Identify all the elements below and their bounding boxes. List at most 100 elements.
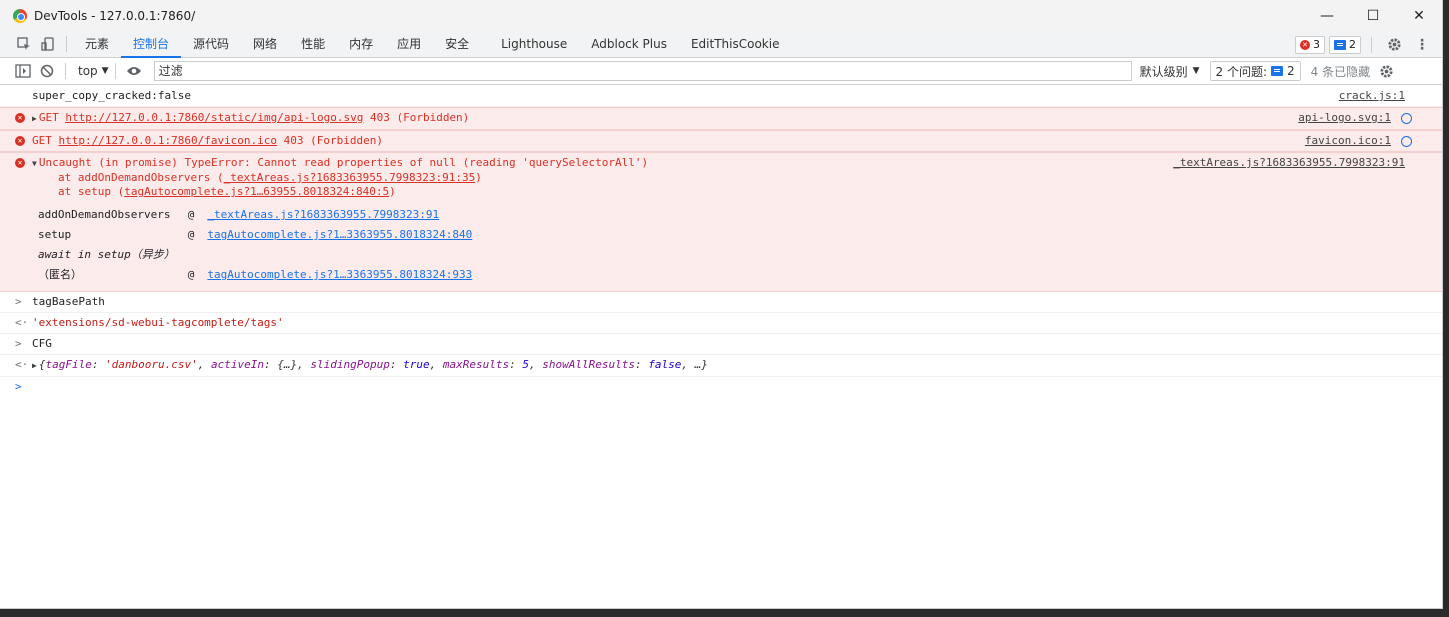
sidebar-toggle-icon[interactable] xyxy=(11,59,35,83)
expand-triangle-icon[interactable]: ▶ xyxy=(32,112,37,126)
live-expression-eye-icon[interactable] xyxy=(122,59,146,83)
stack-table-row: await in setup（异步） xyxy=(38,248,175,261)
input-chevron-icon: > xyxy=(15,295,22,308)
stack-table-row: setup @ tagAutocomplete.js?1…3363955.801… xyxy=(32,225,479,245)
result-arrow-icon: <· xyxy=(15,358,29,371)
prompt-chevron-icon: > xyxy=(15,380,22,393)
context-selector[interactable]: top ▼ xyxy=(78,64,109,78)
stack-table-link[interactable]: _textAreas.js?1683363955.7998323:91 xyxy=(201,205,479,225)
console-toolbar: top ▼ 默认级别 ▼ 2 个问题: 2 4 条已隐藏 xyxy=(0,58,1442,85)
console-input-text: tagBasePath xyxy=(32,295,105,308)
error-icon: ✕ xyxy=(15,113,25,123)
stack-trace-table: addOnDemandObservers @ _textAreas.js?168… xyxy=(32,205,479,285)
window-title: DevTools - 127.0.0.1:7860/ xyxy=(34,8,196,23)
log-level-label: 默认级别 xyxy=(1139,64,1188,79)
network-panel-icon[interactable] xyxy=(1401,113,1412,124)
log-text: super_copy_cracked:false xyxy=(32,89,191,102)
console-input-row: > CFG xyxy=(0,334,1442,355)
settings-gear-icon[interactable] xyxy=(1382,33,1406,57)
close-button[interactable]: ✕ xyxy=(1396,0,1442,31)
error-icon: ✕ xyxy=(1300,39,1310,50)
stack-frame-link[interactable]: tagAutocomplete.js?1…63955.8018324:840:5 xyxy=(124,185,389,198)
result-arrow-icon: <· xyxy=(15,316,29,329)
tab-lighthouse[interactable]: Lighthouse xyxy=(489,31,579,58)
console-result-row: <· 'extensions/sd-webui-tagcomplete/tags… xyxy=(0,313,1442,334)
stack-frame-link[interactable]: _textAreas.js?1683363955.7998323:91:35 xyxy=(224,171,476,184)
stack-table-row: addOnDemandObservers @ _textAreas.js?168… xyxy=(32,205,479,225)
log-source-link[interactable]: favicon.ico:1 xyxy=(1305,134,1391,148)
minimize-button[interactable]: — xyxy=(1304,0,1350,31)
stack-frame: at addOnDemandObservers (_textAreas.js?1… xyxy=(58,171,482,184)
console-result-text: 'extensions/sd-webui-tagcomplete/tags' xyxy=(32,316,284,329)
error-count: 3 xyxy=(1313,38,1320,51)
chevron-down-icon: ▼ xyxy=(1192,66,1200,76)
stack-table-link[interactable]: tagAutocomplete.js?1…3363955.8018324:840 xyxy=(201,225,479,245)
error-icon: ✕ xyxy=(15,136,25,146)
input-chevron-icon: > xyxy=(15,337,22,350)
collapse-triangle-icon[interactable]: ▼ xyxy=(32,157,37,171)
tab-editthiscookie[interactable]: EditThisCookie xyxy=(679,31,792,58)
devtools-window: DevTools - 127.0.0.1:7860/ — ☐ ✕ 元素 控制台 … xyxy=(0,0,1443,609)
message-icon xyxy=(1271,66,1284,76)
device-toolbar-icon[interactable] xyxy=(36,32,60,56)
message-count-badge[interactable]: 2 xyxy=(1329,35,1361,54)
request-method: GET xyxy=(38,111,59,124)
tab-sources[interactable]: 源代码 xyxy=(181,31,241,58)
request-method: GET xyxy=(32,134,52,147)
object-preview[interactable]: ▶ {tagFile: 'danbooru.csv', activeIn: {…}… xyxy=(32,358,708,371)
message-count: 2 xyxy=(1349,38,1356,51)
error-count-badge[interactable]: ✕ 3 xyxy=(1295,35,1325,54)
log-source-link[interactable]: _textAreas.js?1683363955.7998323:91 xyxy=(1173,156,1405,170)
clear-console-icon[interactable] xyxy=(35,59,59,83)
log-row: super_copy_cracked:false crack.js:1 xyxy=(0,86,1442,107)
tab-application[interactable]: 应用 xyxy=(385,31,433,58)
console-output: super_copy_cracked:false crack.js:1 ✕ ▶ G… xyxy=(0,86,1442,397)
chevron-down-icon: ▼ xyxy=(101,66,109,76)
console-input-text: CFG xyxy=(32,337,52,350)
issues-label: 2 个问题: xyxy=(1215,64,1268,79)
toolbar-divider xyxy=(1371,36,1372,53)
error-row: ✕ GET http://127.0.0.1:7860/favicon.ico … xyxy=(0,130,1442,152)
toolbar-divider xyxy=(66,36,67,52)
hidden-messages-count: 4 条已隐藏 xyxy=(1310,64,1371,79)
main-toolbar: 元素 控制台 源代码 网络 性能 内存 应用 安全 Lighthouse Adb… xyxy=(0,31,1442,58)
log-level-select[interactable]: 默认级别 ▼ xyxy=(1140,63,1200,80)
issues-count: 2 xyxy=(1287,64,1295,78)
message-icon xyxy=(1334,39,1346,50)
inspect-element-icon[interactable] xyxy=(12,32,36,56)
tab-elements[interactable]: 元素 xyxy=(73,31,121,58)
error-icon: ✕ xyxy=(15,158,25,168)
more-options-icon[interactable]: ⋮ xyxy=(1410,33,1434,57)
log-source-link[interactable]: crack.js:1 xyxy=(1339,89,1405,103)
request-status: 403 (Forbidden) xyxy=(283,134,384,147)
tab-console[interactable]: 控制台 xyxy=(121,31,182,58)
stack-table-row: （匿名） @ tagAutocomplete.js?1…3363955.8018… xyxy=(32,265,479,285)
console-prompt[interactable]: > xyxy=(0,377,1442,397)
tab-network[interactable]: 网络 xyxy=(241,31,289,58)
error-message: Uncaught (in promise) TypeError: Cannot … xyxy=(38,156,649,169)
filter-input[interactable] xyxy=(153,61,1132,81)
stack-table-link[interactable]: tagAutocomplete.js?1…3363955.8018324:933 xyxy=(201,265,479,285)
expand-triangle-icon[interactable]: ▶ xyxy=(32,359,37,373)
tab-performance[interactable]: 性能 xyxy=(289,31,337,58)
log-source-link[interactable]: api-logo.svg:1 xyxy=(1298,111,1391,125)
tab-adblock-plus[interactable]: Adblock Plus xyxy=(579,31,679,58)
context-label: top xyxy=(78,64,98,78)
toolbar-divider xyxy=(114,63,116,79)
issues-button[interactable]: 2 个问题: 2 xyxy=(1209,61,1301,81)
error-row: ✕ ▶ GET http://127.0.0.1:7860/static/img/… xyxy=(0,107,1442,130)
error-row: ✕ ▼ Uncaught (in promise) TypeError: Cann… xyxy=(0,152,1442,292)
request-url[interactable]: http://127.0.0.1:7860/static/img/api-log… xyxy=(65,111,363,124)
request-status: 403 (Forbidden) xyxy=(369,111,470,124)
tab-security[interactable]: 安全 xyxy=(433,31,481,58)
console-settings-gear-icon[interactable] xyxy=(1374,59,1398,83)
network-panel-icon[interactable] xyxy=(1401,136,1412,147)
chrome-icon xyxy=(13,8,27,23)
toolbar-divider xyxy=(65,63,66,79)
console-input-row: > tagBasePath xyxy=(0,292,1442,313)
stack-frame: at setup (tagAutocomplete.js?1…63955.801… xyxy=(58,185,396,198)
tab-memory[interactable]: 内存 xyxy=(337,31,385,58)
request-url[interactable]: http://127.0.0.1:7860/favicon.ico xyxy=(59,134,278,147)
maximize-button[interactable]: ☐ xyxy=(1350,0,1396,31)
title-bar: DevTools - 127.0.0.1:7860/ — ☐ ✕ xyxy=(0,0,1442,31)
